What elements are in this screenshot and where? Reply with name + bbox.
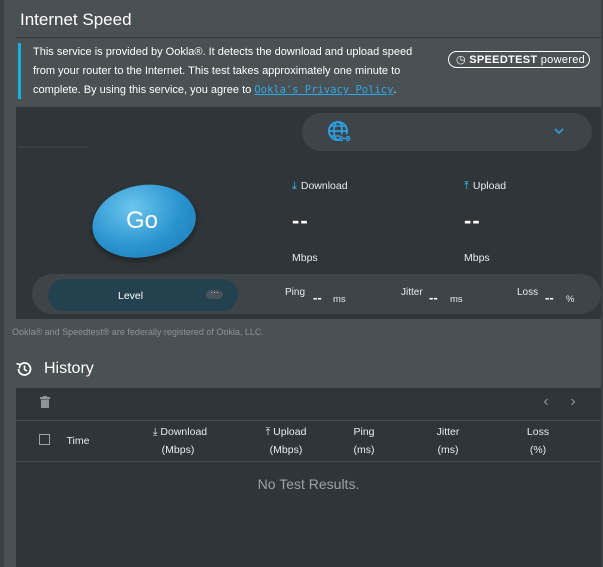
chevron-down-icon[interactable] — [553, 125, 565, 137]
ping-value: -- — [313, 290, 322, 305]
history-next-button[interactable]: › — [566, 393, 580, 411]
column-loss: Loss — [526, 426, 550, 438]
ping-unit: ms — [333, 294, 346, 305]
column-loss-unit: (%) — [529, 444, 547, 456]
column-jitter-unit: (ms) — [437, 444, 459, 456]
globe-link-icon — [328, 121, 351, 143]
ping-label: Ping — [285, 287, 306, 298]
level-label: Level — [118, 290, 144, 302]
column-jitter: Jitter — [436, 426, 460, 438]
level-more-icon: ··· — [206, 289, 223, 299]
loss-value: -- — [545, 290, 554, 305]
jitter-label: Jitter — [401, 287, 423, 298]
upload-value: -- — [464, 208, 481, 233]
badge-powered: powered — [540, 54, 586, 66]
upload-arrow-icon: ⤒ — [464, 180, 469, 192]
privacy-policy-link[interactable]: Ookla's Privacy Policy — [254, 84, 393, 96]
title-divider — [16, 37, 601, 38]
column-ping-unit: (ms) — [353, 444, 375, 456]
history-prev-button[interactable]: ‹ — [539, 393, 553, 411]
history-icon — [16, 362, 32, 376]
column-download-unit: (Mbps) — [161, 444, 195, 456]
column-upload-unit: (Mbps) — [269, 444, 303, 456]
page-title: Internet Speed — [20, 10, 132, 29]
speedtest-powered-badge: ◷ SPEEDTEST powered — [448, 51, 590, 68]
column-time: Time — [66, 435, 90, 447]
legal-notice: Ookla® and Speedtest® are federally regi… — [12, 327, 264, 337]
loss-unit: % — [566, 294, 575, 305]
history-header-divider — [16, 461, 601, 462]
go-button-label: Go — [125, 207, 159, 235]
trash-icon[interactable] — [40, 396, 50, 408]
jitter-value: -- — [429, 290, 438, 305]
speedtest-brand: SPEEDTEST — [469, 54, 538, 66]
column-ping: Ping — [353, 426, 375, 438]
history-toolbar-divider — [16, 420, 601, 421]
download-unit: Mbps — [292, 252, 318, 264]
info-notice: This service is provided by Ookla®. It d… — [33, 43, 433, 100]
download-label: ⤓ Download — [292, 180, 348, 192]
download-arrow-icon: ⤓ — [292, 180, 297, 192]
column-upload: ⤒ Upload — [265, 426, 307, 438]
history-title: History — [44, 360, 94, 377]
info-text-end: . — [393, 84, 397, 96]
upload-arrow-icon: ⤒ — [265, 426, 274, 438]
select-all-checkbox[interactable] — [39, 434, 50, 445]
loss-label: Loss — [517, 287, 539, 298]
empty-results-message: No Test Results. — [257, 476, 360, 492]
upload-label: ⤒ Upload — [464, 180, 507, 192]
jitter-unit: ms — [450, 294, 463, 305]
column-download: ⤓ Download — [152, 426, 208, 438]
download-value: -- — [292, 208, 309, 233]
info-accent-bar — [18, 43, 21, 99]
upload-unit: Mbps — [464, 252, 490, 264]
divider — [18, 146, 88, 148]
speedtest-gauge-icon: ◷ — [456, 54, 466, 66]
go-button[interactable]: Go — [88, 179, 200, 263]
